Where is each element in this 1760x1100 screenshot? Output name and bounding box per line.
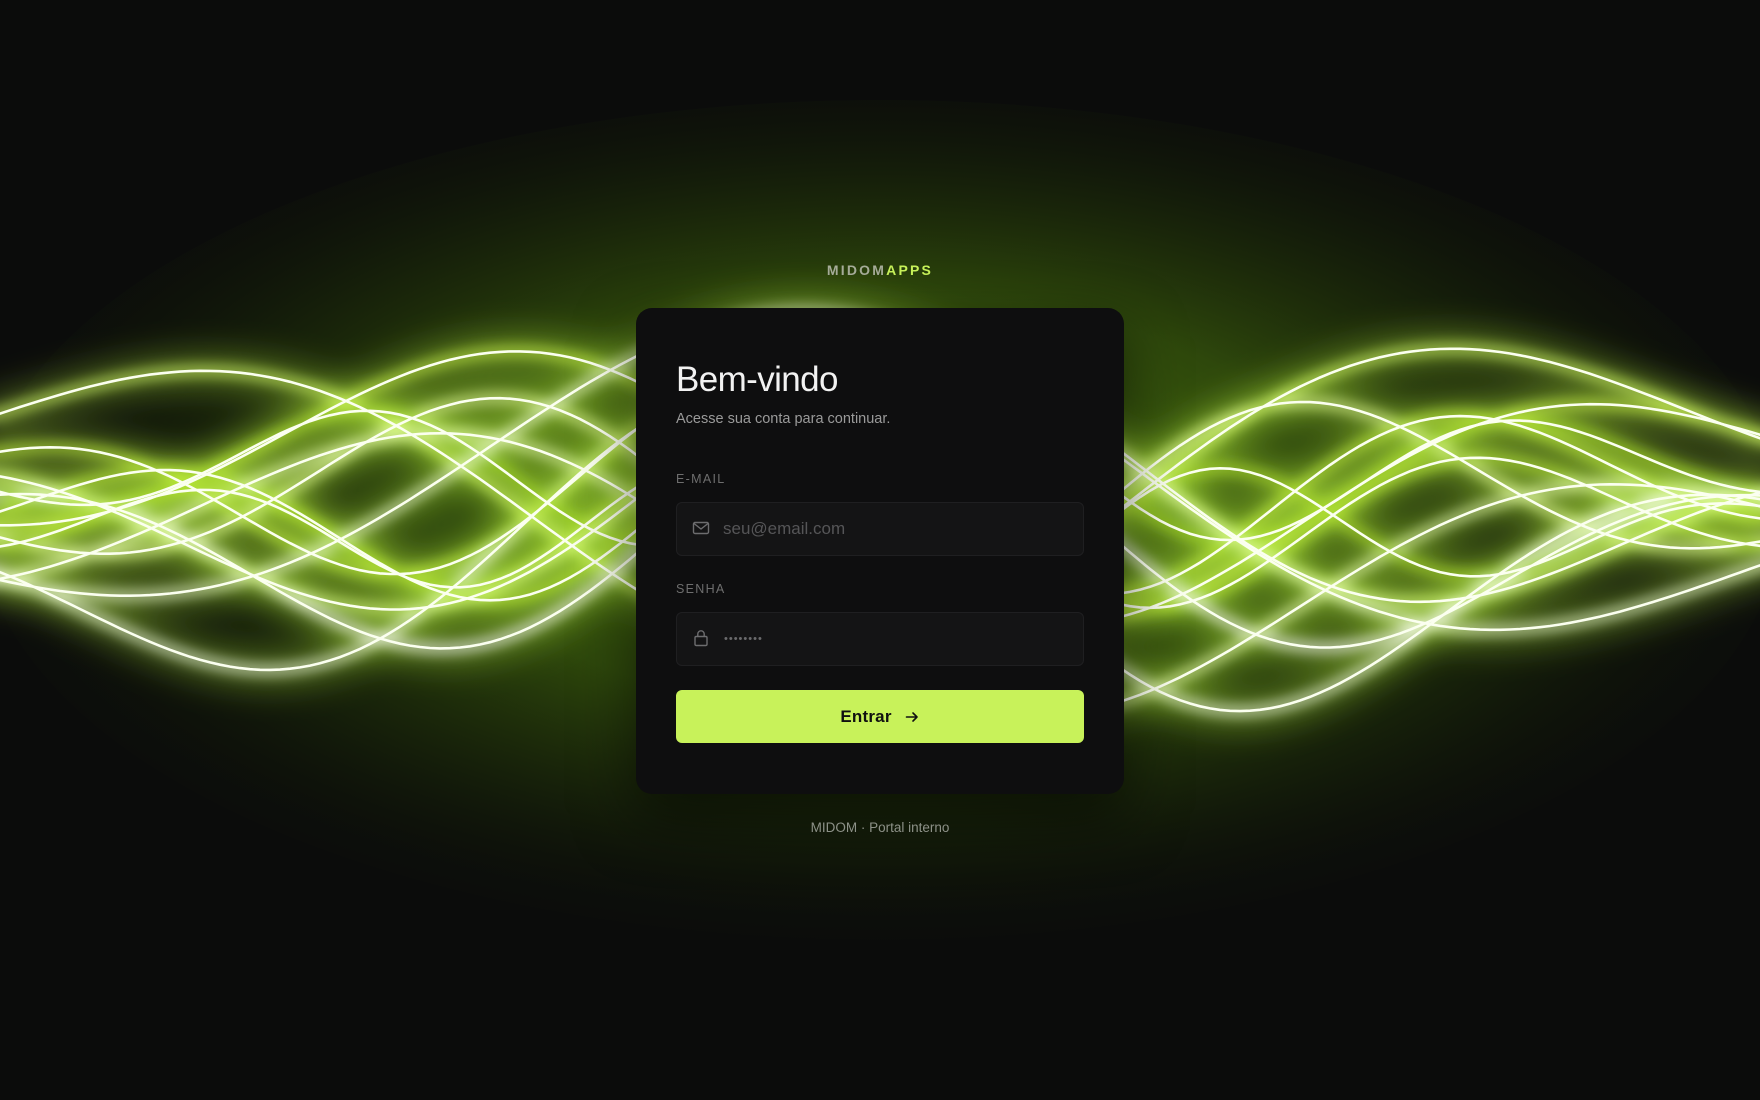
submit-button[interactable]: Entrar — [676, 690, 1084, 743]
password-field[interactable]: •••••••• — [676, 612, 1084, 666]
brand-logo-part1: MIDOM — [826, 262, 887, 278]
email-field[interactable] — [676, 502, 1084, 556]
page-subtitle: Acesse sua conta para continuar. — [676, 411, 891, 427]
email-input[interactable] — [723, 503, 1073, 555]
login-card: Bem-vindo Acesse sua conta para continua… — [636, 308, 1124, 794]
brand-logo-part2: APPS — [886, 262, 934, 278]
arrow-right-icon — [905, 711, 918, 722]
mail-icon — [692, 521, 710, 535]
lock-icon — [694, 630, 708, 647]
email-label: E-MAIL — [676, 472, 726, 486]
page-title: Bem-vindo — [676, 360, 839, 399]
password-label: SENHA — [676, 582, 726, 596]
footer-text: MIDOM · Portal interno — [810, 820, 950, 835]
password-input[interactable]: •••••••• — [724, 629, 763, 649]
submit-button-label: Entrar — [840, 706, 892, 726]
brand-logo: MIDOMAPPS — [0, 262, 1760, 278]
